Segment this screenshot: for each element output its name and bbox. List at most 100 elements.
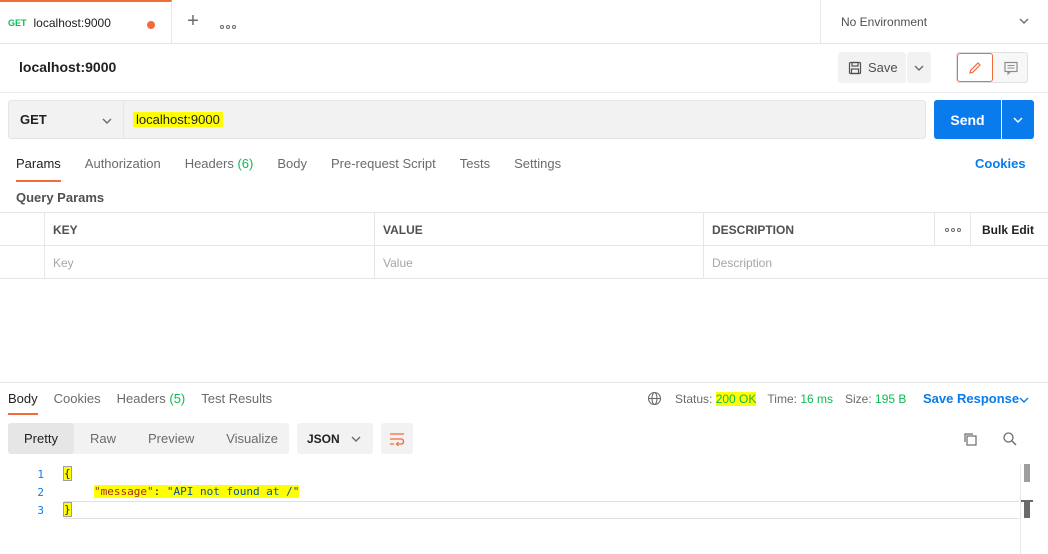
url-input[interactable]: localhost:9000 bbox=[124, 100, 926, 139]
chevron-down-icon bbox=[1012, 114, 1024, 126]
column-header-value-label: VALUE bbox=[383, 222, 423, 237]
size-label: Size: bbox=[845, 392, 872, 406]
line-number: 1 bbox=[37, 468, 44, 481]
tab-body[interactable]: Body bbox=[277, 156, 307, 180]
column-header-description-label: DESCRIPTION bbox=[712, 222, 795, 237]
view-raw-button[interactable]: Raw bbox=[74, 423, 132, 454]
response-tab-test-results[interactable]: Test Results bbox=[201, 391, 272, 413]
save-response-button[interactable]: Save Response bbox=[923, 391, 1019, 406]
wrap-lines-icon bbox=[389, 432, 405, 446]
column-header-key-label: KEY bbox=[53, 222, 78, 237]
table-row: Key Value Description bbox=[0, 246, 1048, 279]
param-value-input[interactable]: Value bbox=[374, 246, 703, 279]
tab-headers-count: (6) bbox=[237, 156, 254, 171]
json-value: "API not found at /" bbox=[166, 485, 300, 498]
line-number: 3 bbox=[37, 504, 44, 517]
cookies-link[interactable]: Cookies bbox=[975, 156, 1026, 171]
response-view-toggle: Pretty Raw Preview Visualize bbox=[8, 423, 289, 454]
bulk-edit-button[interactable]: Bulk Edit bbox=[970, 213, 1048, 246]
param-key-input[interactable]: Key bbox=[44, 246, 374, 279]
edit-mode-button[interactable] bbox=[957, 53, 993, 82]
time-label: Time: bbox=[767, 392, 797, 406]
request-tab[interactable]: GET localhost:9000 bbox=[0, 0, 172, 44]
more-tabs-button[interactable] bbox=[220, 17, 236, 32]
request-title[interactable]: localhost:9000 bbox=[19, 59, 116, 75]
unsaved-dot-icon[interactable] bbox=[147, 21, 155, 29]
code-line-1: { bbox=[63, 466, 72, 481]
method-select[interactable]: GET bbox=[8, 100, 124, 139]
view-mode-toggle bbox=[956, 52, 1028, 83]
column-options-button[interactable] bbox=[934, 213, 970, 246]
environment-select[interactable]: No Environment bbox=[820, 0, 1048, 44]
request-tabs: Params Authorization Headers (6) Body Pr… bbox=[16, 156, 585, 182]
chevron-down-icon[interactable] bbox=[1018, 394, 1030, 406]
response-meta: Status: 200 OK Time: 16 ms Size: 195 B bbox=[675, 392, 906, 406]
url-input-value: localhost:9000 bbox=[133, 112, 223, 127]
column-header-key: KEY bbox=[44, 213, 374, 246]
status-value[interactable]: 200 OK bbox=[715, 392, 757, 406]
param-key-placeholder: Key bbox=[53, 255, 74, 270]
tab-params[interactable]: Params bbox=[16, 156, 61, 182]
tab-settings[interactable]: Settings bbox=[514, 156, 561, 180]
bulk-edit-label: Bulk Edit bbox=[982, 222, 1035, 237]
response-tab-headers-label: Headers bbox=[116, 391, 166, 406]
send-options-button[interactable] bbox=[1002, 100, 1034, 139]
open-brace: { bbox=[63, 466, 72, 481]
view-pretty-button[interactable]: Pretty bbox=[8, 423, 74, 454]
time-value[interactable]: 16 ms bbox=[800, 392, 833, 406]
method-select-value: GET bbox=[20, 112, 47, 127]
response-tab-headers-count: (5) bbox=[169, 391, 186, 406]
documentation-mode-button[interactable] bbox=[993, 53, 1028, 82]
scrollbar-marker[interactable] bbox=[1024, 464, 1030, 482]
globe-icon[interactable] bbox=[647, 391, 662, 406]
view-visualize-button[interactable]: Visualize bbox=[210, 423, 294, 454]
tab-tests[interactable]: Tests bbox=[460, 156, 490, 180]
active-line-highlight bbox=[64, 501, 1019, 519]
param-description-input[interactable]: Description bbox=[703, 246, 1048, 279]
column-header-description: DESCRIPTION bbox=[703, 213, 934, 246]
status-label: Status: bbox=[675, 392, 713, 406]
line-number: 2 bbox=[37, 486, 44, 499]
editor-gutter-edge bbox=[1020, 464, 1021, 554]
comment-icon bbox=[1003, 60, 1019, 76]
copy-icon[interactable] bbox=[962, 431, 978, 447]
response-tab-body[interactable]: Body bbox=[8, 391, 38, 415]
chevron-down-icon bbox=[1018, 15, 1030, 27]
header-divider bbox=[0, 92, 1048, 93]
response-tabs: Body Cookies Headers (5) Test Results bbox=[8, 391, 288, 415]
wrap-lines-button[interactable] bbox=[381, 423, 413, 454]
size-value[interactable]: 195 B bbox=[875, 392, 906, 406]
send-button[interactable]: Send bbox=[934, 100, 1001, 139]
save-button-label: Save bbox=[868, 60, 898, 75]
tab-headers-label: Headers bbox=[184, 156, 234, 171]
save-button[interactable]: Save bbox=[838, 52, 906, 83]
json-key: "message" bbox=[94, 485, 154, 498]
query-params-title: Query Params bbox=[16, 190, 105, 205]
format-select[interactable]: JSON bbox=[297, 423, 373, 454]
more-icon bbox=[944, 227, 961, 232]
chevron-down-icon bbox=[350, 433, 362, 445]
tab-bar: GET localhost:9000 + No Environment bbox=[0, 0, 1048, 44]
request-tab-name: localhost:9000 bbox=[33, 16, 111, 30]
chevron-down-icon bbox=[913, 62, 925, 74]
response-tab-headers[interactable]: Headers (5) bbox=[117, 391, 186, 413]
save-options-button[interactable] bbox=[907, 52, 931, 83]
response-tab-cookies[interactable]: Cookies bbox=[54, 391, 101, 413]
scrollbar-thumb[interactable] bbox=[1024, 500, 1030, 518]
tab-authorization[interactable]: Authorization bbox=[85, 156, 161, 180]
more-icon bbox=[220, 25, 236, 29]
tab-headers[interactable]: Headers (6) bbox=[185, 156, 254, 180]
new-tab-button[interactable]: + bbox=[184, 11, 202, 31]
tab-pre-request-script[interactable]: Pre-request Script bbox=[331, 156, 436, 180]
response-divider bbox=[0, 382, 1048, 383]
search-icon[interactable] bbox=[1002, 431, 1018, 447]
query-params-table: KEY VALUE DESCRIPTION Bulk Edit Key Valu… bbox=[0, 212, 1048, 279]
view-preview-button[interactable]: Preview bbox=[132, 423, 210, 454]
json-separator: : bbox=[153, 485, 167, 498]
request-tab-method: GET bbox=[8, 18, 27, 28]
table-header-row: KEY VALUE DESCRIPTION Bulk Edit bbox=[0, 213, 1048, 246]
chevron-down-icon bbox=[101, 115, 113, 127]
code-line-2: "message": "API not found at /" bbox=[94, 485, 300, 498]
format-select-value: JSON bbox=[307, 431, 340, 446]
column-header-value: VALUE bbox=[374, 213, 703, 246]
